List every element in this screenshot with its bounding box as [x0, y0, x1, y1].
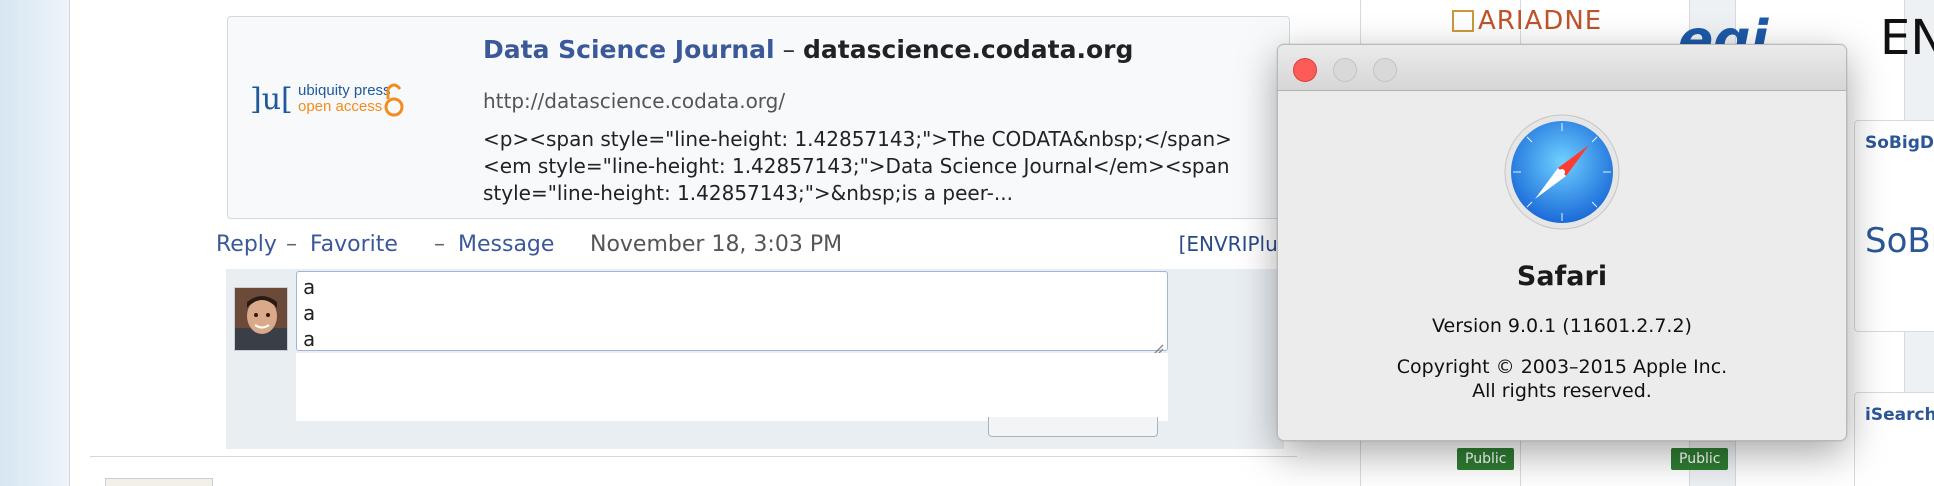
svg-text:]u[: ]u[: [250, 82, 293, 117]
comment-textarea[interactable]: a a a: [296, 271, 1168, 355]
preview-site-name[interactable]: Data Science Journal: [483, 35, 775, 64]
ubiquity-press-logo: ]u[ ubiquity press open access: [250, 71, 408, 123]
panel-title[interactable]: iSearch: [1865, 405, 1934, 425]
feed-divider: [90, 456, 1297, 457]
avatar: [234, 287, 288, 351]
post-timestamp: November 18, 3:03 PM: [590, 232, 843, 257]
ariadne-logo[interactable]: ARIADNE: [1452, 6, 1602, 36]
public-badge: Public: [1457, 448, 1515, 470]
reply-link[interactable]: Reply: [216, 232, 277, 257]
copyright-line: Copyright © 2003–2015 Apple Inc.: [1396, 356, 1728, 378]
en-logo[interactable]: EN: [1880, 10, 1934, 66]
post-actions: Reply – Favorite – Message November 18, …: [216, 232, 1296, 262]
dialog-titlebar[interactable]: [1278, 45, 1846, 91]
submit-comment-button[interactable]: [988, 417, 1158, 437]
comment-composer: a a a: [226, 269, 1284, 449]
ariadne-mark-icon: [1452, 10, 1474, 32]
rights-line: All rights reserved.: [1472, 380, 1652, 402]
sobigdata-logo[interactable]: SoBi: [1865, 221, 1934, 261]
comment-line: a: [303, 275, 316, 299]
about-safari-dialog: Safari Version 9.0.1 (11601.2.7.2) Copyr…: [1277, 44, 1847, 441]
sobigdata-panel: SoBigDa SoBi: [1854, 120, 1934, 332]
action-separator: –: [434, 232, 445, 257]
minimize-button[interactable]: [1333, 58, 1357, 82]
panel-title[interactable]: SoBigDa: [1865, 133, 1934, 153]
action-separator: –: [286, 232, 297, 257]
copyright-text: Copyright © 2003–2015 Apple Inc. All rig…: [1278, 355, 1846, 403]
version-text: Version 9.0.1 (11601.2.7.2): [1432, 315, 1692, 337]
close-button[interactable]: [1293, 58, 1317, 82]
comment-line: a: [303, 301, 316, 325]
message-link[interactable]: Message: [458, 232, 554, 257]
next-post-thumbnail[interactable]: [105, 478, 213, 486]
isearch-panel: iSearch: [1854, 392, 1934, 486]
comment-line: a: [303, 327, 316, 351]
resize-grip-icon[interactable]: [1152, 335, 1164, 355]
logo-subtext: open access: [298, 98, 382, 115]
preview-domain: datascience.codata.org: [803, 35, 1134, 64]
app-name: Safari: [1516, 261, 1608, 292]
composer-extension: [296, 353, 1168, 421]
preview-title[interactable]: Data Science Journal – datascience.codat…: [483, 35, 1133, 64]
title-separator: –: [774, 35, 804, 64]
link-preview-card[interactable]: ]u[ ubiquity press open access Data Scie…: [227, 16, 1290, 219]
favorite-link[interactable]: Favorite: [310, 232, 398, 257]
page-left-gutter: [0, 0, 70, 486]
safari-compass-icon: [1503, 113, 1621, 231]
logo-text: ubiquity press: [298, 82, 391, 99]
public-badge: Public: [1671, 448, 1729, 470]
activity-feed: ]u[ ubiquity press open access Data Scie…: [70, 0, 1360, 486]
preview-url[interactable]: http://datascience.codata.org/: [483, 89, 785, 113]
preview-description: <p><span style="line-height: 1.42857143;…: [483, 127, 1232, 205]
zoom-button[interactable]: [1373, 58, 1397, 82]
